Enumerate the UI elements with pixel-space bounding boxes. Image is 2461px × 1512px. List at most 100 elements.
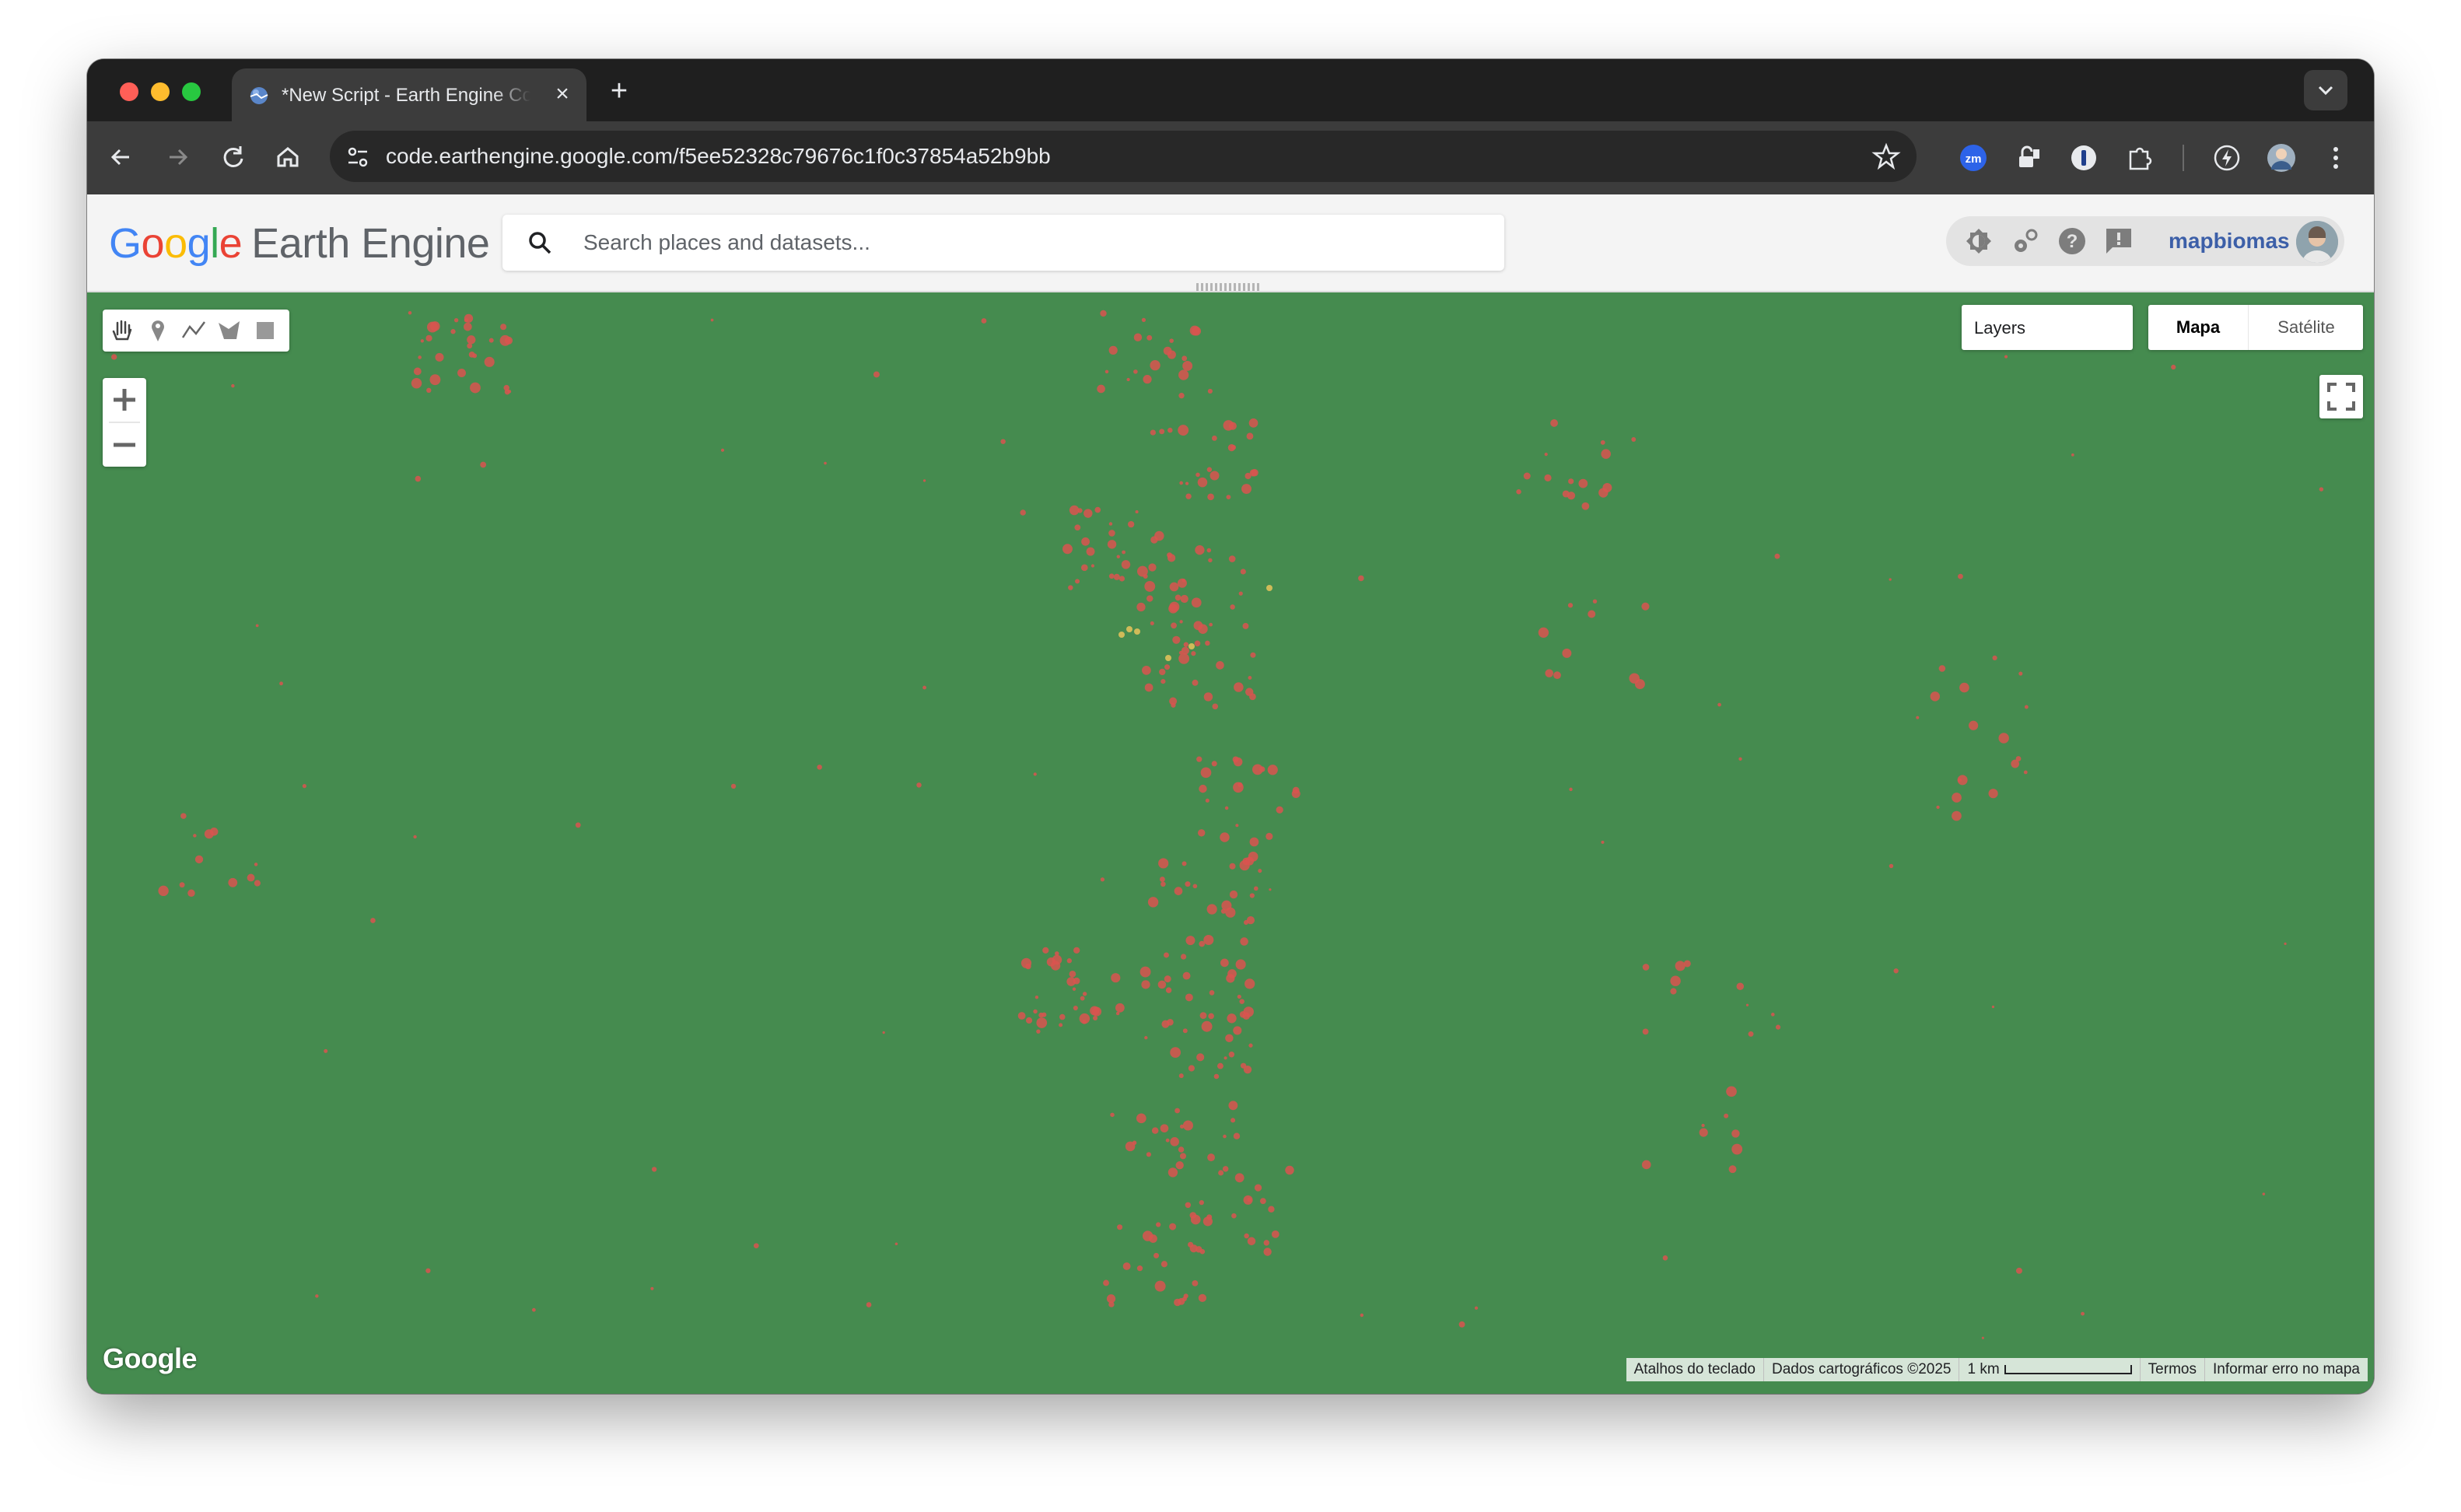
map-patch	[1592, 599, 1598, 604]
map-patch	[1188, 1241, 1194, 1248]
keyboard-shortcuts-link[interactable]: Atalhos do teclado	[1626, 1358, 1763, 1381]
map-patch	[1641, 602, 1650, 611]
back-arrow-icon[interactable]	[104, 140, 138, 174]
map-patch	[1134, 628, 1140, 635]
tab-active[interactable]: *New Script - Earth Engine Code Editor ×	[232, 68, 586, 121]
fullscreen-button[interactable]	[2319, 375, 2363, 418]
map-patch	[1957, 775, 1968, 786]
report-map-error-link[interactable]: Informar erro no mapa	[2204, 1358, 2368, 1381]
map-patch	[1170, 1137, 1179, 1146]
more-menu-icon[interactable]	[2319, 142, 2352, 174]
bookmark-star-icon[interactable]	[1871, 142, 1901, 171]
polygon-icon[interactable]	[215, 316, 244, 345]
map-patch	[1889, 863, 1894, 869]
zoom-extension-icon[interactable]: zm	[1957, 142, 1990, 174]
map-patch	[1175, 1161, 1184, 1170]
minimize-window-button[interactable]	[151, 82, 170, 101]
search-input[interactable]: Search places and datasets...	[502, 215, 1504, 271]
map-patch	[1183, 1293, 1188, 1299]
panel-resize-handle[interactable]	[1196, 283, 1262, 291]
maximize-window-button[interactable]	[182, 82, 201, 101]
help-icon[interactable]: ?	[2055, 226, 2089, 257]
layers-label: Layers	[1974, 318, 2026, 338]
line-icon[interactable]	[179, 316, 208, 345]
terms-link[interactable]: Termos	[2139, 1358, 2204, 1381]
map-canvas[interactable]: Layers Mapa Satélite Google Atalhos do t…	[87, 292, 2374, 1394]
map-patch	[1108, 530, 1115, 537]
theme-icon[interactable]	[1962, 226, 1996, 257]
map-patch	[450, 329, 456, 334]
password-manager-icon[interactable]	[2067, 142, 2100, 174]
map-patch	[2004, 355, 2008, 359]
map-patch	[1523, 472, 1531, 480]
close-window-button[interactable]	[120, 82, 138, 101]
map-patch	[1136, 602, 1146, 612]
map-patch	[1600, 439, 1605, 445]
map-patch	[1226, 495, 1231, 500]
map-patch	[824, 461, 827, 465]
map-patch	[111, 354, 117, 360]
map-patch	[179, 882, 185, 888]
map-patch	[1553, 671, 1561, 680]
browser-window: *New Script - Earth Engine Code Editor ×…	[87, 59, 2374, 1394]
puzzle-extensions-icon[interactable]	[2123, 142, 2156, 174]
map-patch	[1179, 481, 1183, 485]
map-patch	[1147, 897, 1159, 908]
map-patch	[1629, 673, 1640, 684]
reload-icon[interactable]	[216, 140, 250, 174]
new-tab-button[interactable]: +	[604, 76, 635, 107]
map-patch	[1601, 840, 1605, 844]
map-patch	[1054, 951, 1059, 956]
map-patch	[1249, 893, 1255, 898]
feedback-icon[interactable]	[2102, 226, 2136, 257]
map-patch	[1936, 805, 1940, 810]
hand-icon[interactable]	[107, 316, 137, 345]
map-patch	[180, 813, 187, 819]
rectangle-icon[interactable]	[250, 316, 280, 345]
map-patch	[426, 321, 438, 333]
zoom-out-button[interactable]	[103, 423, 146, 467]
profile-avatar[interactable]	[2265, 142, 2298, 174]
zoom-in-button[interactable]	[103, 378, 146, 422]
map-patch	[1033, 1009, 1038, 1014]
map-patch	[1197, 829, 1206, 837]
map-patch	[1731, 1143, 1743, 1155]
tab-search-button[interactable]	[2304, 70, 2347, 110]
map-type-satellite-button[interactable]: Satélite	[2248, 305, 2364, 350]
map-patch	[2171, 364, 2176, 370]
map-patch	[1205, 640, 1210, 646]
map-patch	[1182, 971, 1191, 980]
map-patch	[1631, 437, 1637, 442]
forward-arrow-icon[interactable]	[160, 140, 194, 174]
address-bar[interactable]: code.earthengine.google.com/f5ee52328c79…	[330, 131, 1917, 182]
site-settings-icon[interactable]	[344, 143, 372, 171]
user-avatar[interactable]	[2296, 221, 2338, 263]
scale-control[interactable]: 1 km	[1959, 1358, 2139, 1381]
map-type-map-button[interactable]: Mapa	[2148, 305, 2248, 350]
layers-button[interactable]: Layers	[1962, 305, 2133, 350]
map-patch	[1206, 1214, 1213, 1220]
map-patch	[1952, 793, 1962, 803]
map-patch	[1268, 1206, 1275, 1213]
map-patch	[1266, 832, 1273, 840]
map-patch	[324, 1048, 328, 1053]
map-patch	[1203, 934, 1214, 946]
lock-extension-icon[interactable]	[2013, 142, 2046, 174]
marker-icon[interactable]	[143, 316, 173, 345]
scale-label: 1 km	[1967, 1361, 2000, 1377]
settings-icon[interactable]	[2008, 226, 2043, 257]
home-icon[interactable]	[271, 140, 305, 174]
map-patch	[1181, 861, 1187, 866]
account-username[interactable]: mapbiomas	[2169, 229, 2290, 254]
map-patch	[1148, 563, 1157, 572]
map-patch	[1185, 493, 1192, 499]
map-patch	[1122, 1262, 1131, 1270]
lightning-icon[interactable]	[2211, 142, 2243, 174]
tab-close-icon[interactable]: ×	[549, 81, 576, 107]
map-patch	[2018, 671, 2023, 676]
map-patch	[1959, 682, 1969, 693]
map-patch	[1136, 565, 1148, 577]
map-patch	[1588, 610, 1596, 618]
earth-engine-logo[interactable]: Google Earth Engine	[109, 219, 490, 268]
map-patch	[1153, 1252, 1160, 1258]
